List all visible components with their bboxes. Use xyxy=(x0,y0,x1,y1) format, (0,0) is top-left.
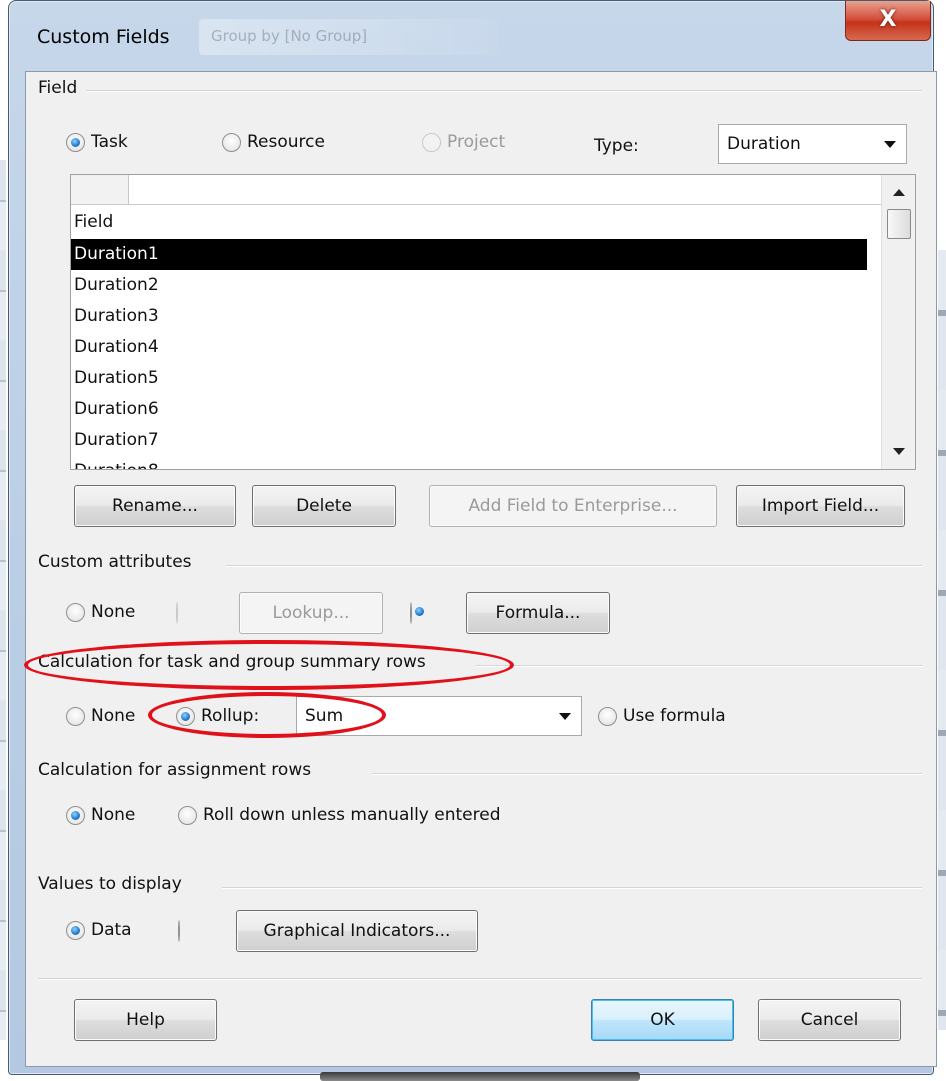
lookup-button[interactable]: Lookup... xyxy=(239,592,383,634)
data-radio[interactable]: Data xyxy=(66,920,132,940)
list-item[interactable]: Duration5 xyxy=(71,363,867,394)
import-field-button[interactable]: Import Field... xyxy=(736,485,905,527)
highlight-ellipse-summary xyxy=(24,640,514,690)
summary-none-label: None xyxy=(91,706,136,726)
custom-none-radio[interactable]: None xyxy=(66,602,135,622)
chevron-down-icon xyxy=(559,713,571,720)
list-header: Field xyxy=(74,212,114,232)
dialog-title: Custom Fields xyxy=(37,26,170,48)
close-icon: X xyxy=(879,7,897,32)
type-dropdown-value: Duration xyxy=(727,134,801,154)
list-item[interactable]: Duration8 xyxy=(71,456,867,469)
rolldown-radio[interactable]: Roll down unless manually entered xyxy=(178,805,501,825)
custom-attributes-divider xyxy=(226,565,922,567)
project-radio[interactable]: Project xyxy=(422,132,505,152)
type-dropdown[interactable]: Duration xyxy=(718,124,907,164)
custom-attributes-label: Custom attributes xyxy=(38,552,200,572)
list-item[interactable]: Duration3 xyxy=(71,301,867,332)
ok-button[interactable]: OK xyxy=(591,999,734,1041)
assignment-calc-divider xyxy=(372,773,922,775)
rename-button[interactable]: Rename... xyxy=(74,485,236,527)
list-item[interactable]: Duration4 xyxy=(71,332,867,363)
assignment-none-radio-indicator[interactable] xyxy=(66,805,85,825)
project-radio-indicator[interactable] xyxy=(422,132,441,152)
scroll-thumb[interactable] xyxy=(887,209,911,239)
task-radio[interactable]: Task xyxy=(66,132,128,152)
field-group-divider xyxy=(86,90,922,92)
data-label: Data xyxy=(91,920,132,940)
footer-separator xyxy=(38,978,922,980)
background-edge-right xyxy=(938,250,946,1030)
use-formula-radio-indicator[interactable] xyxy=(598,706,617,726)
summary-none-radio-indicator[interactable] xyxy=(66,706,85,726)
rolldown-label: Roll down unless manually entered xyxy=(203,805,501,825)
values-display-divider xyxy=(222,887,922,889)
custom-none-radio-indicator[interactable] xyxy=(66,602,85,622)
scroll-down-icon[interactable] xyxy=(893,448,905,455)
type-label: Type: xyxy=(594,136,639,156)
task-radio-label: Task xyxy=(91,132,128,152)
highlight-ellipse-rollup xyxy=(148,692,386,738)
list-corner-cell xyxy=(71,175,129,205)
resource-radio[interactable]: Resource xyxy=(222,132,325,152)
rolldown-radio-indicator[interactable] xyxy=(178,805,197,825)
dialog-client-area: Field Task Resource Project Type: Durati… xyxy=(24,71,937,1067)
project-radio-label: Project xyxy=(447,132,506,152)
delete-button[interactable]: Delete xyxy=(252,485,396,527)
background-taskbar-fragment xyxy=(320,1072,640,1081)
list-item[interactable]: Duration2 xyxy=(71,270,867,301)
formula-button[interactable]: Formula... xyxy=(466,592,610,634)
task-radio-indicator[interactable] xyxy=(66,132,85,152)
custom-none-label: None xyxy=(91,602,136,622)
resource-radio-indicator[interactable] xyxy=(222,132,241,152)
assignment-none-radio[interactable]: None xyxy=(66,805,135,825)
background-window-title: Group by [No Group] xyxy=(199,19,499,55)
chevron-down-icon xyxy=(884,141,896,148)
assignment-calc-label: Calculation for assignment rows xyxy=(38,760,320,780)
custom-fields-dialog: Group by [No Group] Custom Fields X Fiel… xyxy=(8,0,937,1075)
list-item[interactable]: Duration1 xyxy=(71,239,867,270)
formula-radio[interactable] xyxy=(410,602,412,624)
background-edge-left xyxy=(0,160,6,1040)
cancel-button[interactable]: Cancel xyxy=(758,999,901,1041)
graphical-indicators-radio[interactable] xyxy=(178,920,180,942)
scroll-up-icon[interactable] xyxy=(893,189,905,196)
summary-none-radio[interactable]: None xyxy=(66,706,135,726)
list-item[interactable]: Duration6 xyxy=(71,394,867,425)
field-list[interactable]: Field Duration1 Duration2 Duration3 Dura… xyxy=(70,174,916,470)
add-field-to-enterprise-button[interactable]: Add Field to Enterprise... xyxy=(429,485,717,527)
values-display-label: Values to display xyxy=(38,874,190,894)
close-button[interactable]: X xyxy=(845,1,931,41)
field-rename-input[interactable] xyxy=(129,175,881,205)
graphical-indicators-button[interactable]: Graphical Indicators... xyxy=(236,910,478,952)
lookup-radio[interactable] xyxy=(176,602,178,624)
use-formula-label: Use formula xyxy=(623,706,726,726)
list-item[interactable]: Duration7 xyxy=(71,425,867,456)
list-scrollbar[interactable] xyxy=(881,175,915,469)
help-button[interactable]: Help xyxy=(74,999,217,1041)
data-radio-indicator[interactable] xyxy=(66,920,85,940)
assignment-none-label: None xyxy=(91,805,136,825)
summary-calc-divider xyxy=(476,665,922,667)
field-group-label: Field xyxy=(38,78,86,98)
use-formula-radio[interactable]: Use formula xyxy=(598,706,726,726)
resource-radio-label: Resource xyxy=(247,132,325,152)
